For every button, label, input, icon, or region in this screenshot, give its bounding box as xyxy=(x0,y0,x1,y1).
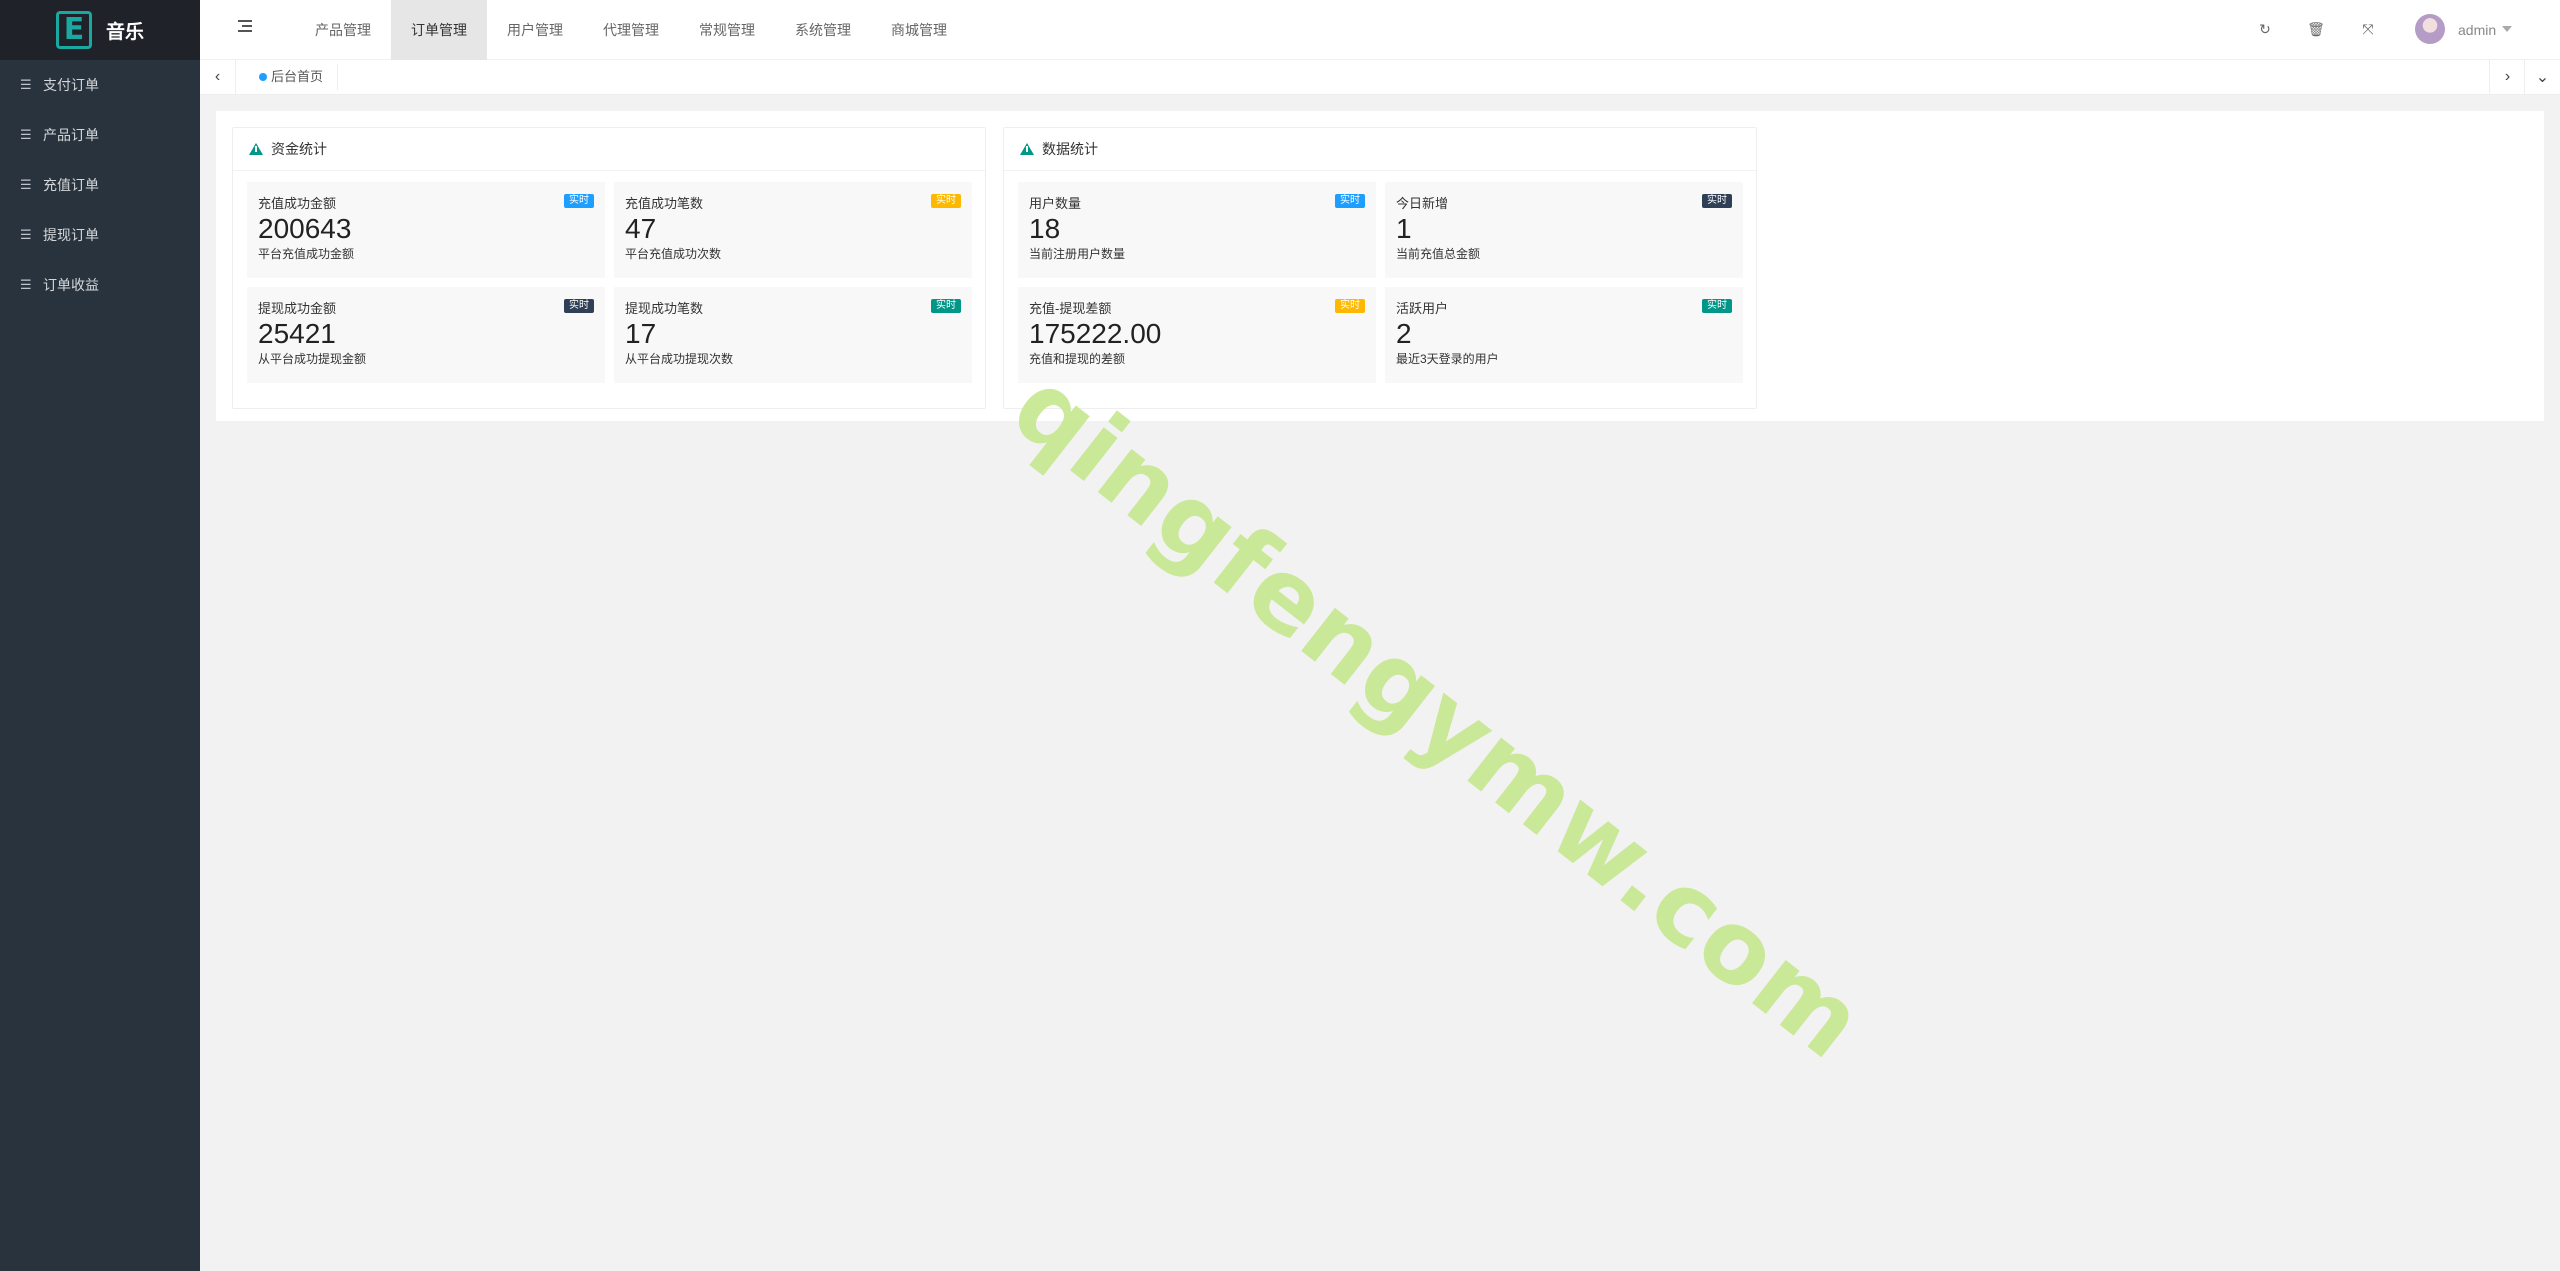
nav-general-management[interactable]: 常规管理 xyxy=(679,0,775,60)
tab-bar: ‹ 后台首页 › ⌄ xyxy=(200,60,2560,95)
sidebar-item-label: 支付订单 xyxy=(43,77,99,93)
nav-order-management[interactable]: 订单管理 xyxy=(391,0,487,60)
clear-cache-icon[interactable]: 🗑 xyxy=(2307,20,2325,38)
top-nav: 产品管理 订单管理 用户管理 代理管理 常规管理 系统管理 商城管理 xyxy=(295,0,967,60)
card-desc: 最近3天登录的用户 xyxy=(1396,352,1499,366)
status-badge: 实时 xyxy=(564,194,594,208)
sidebar-menu: ☰ 支付订单 ☰ 产品订单 ☰ 充值订单 ☰ 提现订单 ☰ 订单收益 xyxy=(0,60,200,310)
sidebar-item-order-earnings[interactable]: ☰ 订单收益 xyxy=(0,260,200,310)
user-menu[interactable]: admin xyxy=(2458,0,2496,60)
app-name: 音乐 xyxy=(105,21,144,43)
status-badge: 实时 xyxy=(931,299,961,313)
status-badge: 实时 xyxy=(1335,299,1365,313)
status-badge: 实时 xyxy=(1702,299,1732,313)
stat-card-new-today: 今日新增 1 当前充值总金额 实时 xyxy=(1385,182,1743,278)
panel-header: 资金统计 xyxy=(233,128,985,171)
chevron-down-icon[interactable]: ⌄ xyxy=(2524,60,2560,94)
sidebar-item-label: 产品订单 xyxy=(43,127,99,143)
chevron-left-icon[interactable]: ‹ xyxy=(200,60,236,94)
top-header: 产品管理 订单管理 用户管理 代理管理 常规管理 系统管理 商城管理 ↻ 🗑 ⤧… xyxy=(200,0,2560,60)
nav-mall-management[interactable]: 商城管理 xyxy=(871,0,967,60)
card-value: 2 xyxy=(1396,318,1412,349)
card-label: 今日新增 xyxy=(1396,196,1449,211)
chevron-down-icon[interactable] xyxy=(2502,26,2512,32)
avatar[interactable] xyxy=(2415,14,2445,44)
sidebar-item-product-orders[interactable]: ☰ 产品订单 xyxy=(0,110,200,160)
status-badge: 实时 xyxy=(564,299,594,313)
list-icon: ☰ xyxy=(20,277,32,292)
sidebar-item-withdraw-orders[interactable]: ☰ 提现订单 xyxy=(0,210,200,260)
stat-card-recharge-amount: 充值成功金额 200643 平台充值成功金额 实时 xyxy=(247,182,605,278)
warning-icon xyxy=(249,143,263,155)
card-value: 175222.00 xyxy=(1029,318,1162,349)
data-panel: 数据统计 用户数量 18 当前注册用户数量 实时 今日新增 1 当前充值总金额 … xyxy=(1003,127,1757,409)
card-label: 提现成功笔数 xyxy=(625,301,704,316)
card-label: 充值成功笔数 xyxy=(625,196,704,211)
main-content: 资金统计 充值成功金额 200643 平台充值成功金额 实时 充值成功笔数 47… xyxy=(216,111,2544,421)
tab-home[interactable]: 后台首页 xyxy=(245,64,339,90)
stat-card-balance-diff: 充值-提现差额 175222.00 充值和提现的差额 实时 xyxy=(1018,287,1376,383)
logo-mark: E xyxy=(55,11,92,49)
chevron-right-icon[interactable]: › xyxy=(2489,60,2525,94)
card-label: 用户数量 xyxy=(1029,196,1082,211)
card-desc: 平台充值成功次数 xyxy=(625,247,722,261)
sidebar-item-label: 订单收益 xyxy=(43,277,99,293)
stat-card-withdraw-count: 提现成功笔数 17 从平台成功提现次数 实时 xyxy=(614,287,972,383)
card-value: 1 xyxy=(1396,213,1412,244)
sidebar-item-label: 充值订单 xyxy=(43,177,99,193)
warning-icon xyxy=(1020,143,1034,155)
list-icon: ☰ xyxy=(20,177,32,192)
panel-title: 资金统计 xyxy=(271,141,327,157)
card-value: 25421 xyxy=(258,318,336,349)
funds-panel: 资金统计 充值成功金额 200643 平台充值成功金额 实时 充值成功笔数 47… xyxy=(232,127,986,409)
card-desc: 从平台成功提现金额 xyxy=(258,352,367,366)
card-desc: 从平台成功提现次数 xyxy=(625,352,734,366)
tab-home-label: 后台首页 xyxy=(271,69,324,84)
card-value: 18 xyxy=(1029,213,1061,244)
card-value: 47 xyxy=(625,213,657,244)
nav-product-management[interactable]: 产品管理 xyxy=(295,0,391,60)
stat-card-user-count: 用户数量 18 当前注册用户数量 实时 xyxy=(1018,182,1376,278)
panel-title: 数据统计 xyxy=(1042,141,1098,157)
card-label: 活跃用户 xyxy=(1396,301,1449,316)
card-value: 17 xyxy=(625,318,657,349)
sidebar-item-label: 提现订单 xyxy=(43,227,99,243)
menu-toggle-icon[interactable] xyxy=(238,20,252,34)
list-icon: ☰ xyxy=(20,77,32,92)
sidebar-item-recharge-orders[interactable]: ☰ 充值订单 xyxy=(0,160,200,210)
stat-card-active-users: 活跃用户 2 最近3天登录的用户 实时 xyxy=(1385,287,1743,383)
nav-user-management[interactable]: 用户管理 xyxy=(487,0,583,60)
list-icon: ☰ xyxy=(20,127,32,142)
card-desc: 当前注册用户数量 xyxy=(1029,247,1126,261)
stat-card-recharge-count: 充值成功笔数 47 平台充值成功次数 实时 xyxy=(614,182,972,278)
fullscreen-icon[interactable]: ⤧ xyxy=(2359,20,2377,38)
watermark: qingfengymw.com xyxy=(991,347,1886,1082)
refresh-icon[interactable]: ↻ xyxy=(2256,20,2274,38)
active-dot-icon xyxy=(259,72,267,81)
sidebar-item-payment-orders[interactable]: ☰ 支付订单 xyxy=(0,60,200,110)
nav-agent-management[interactable]: 代理管理 xyxy=(583,0,679,60)
nav-system-management[interactable]: 系统管理 xyxy=(775,0,871,60)
sidebar: E 音乐 ☰ 支付订单 ☰ 产品订单 ☰ 充值订单 ☰ 提现订单 ☰ 订单收益 xyxy=(0,0,200,1271)
status-badge: 实时 xyxy=(931,194,961,208)
list-icon: ☰ xyxy=(20,227,32,242)
card-value: 200643 xyxy=(258,213,352,244)
stat-card-withdraw-amount: 提现成功金额 25421 从平台成功提现金额 实时 xyxy=(247,287,605,383)
card-desc: 当前充值总金额 xyxy=(1396,247,1481,261)
panel-header: 数据统计 xyxy=(1004,128,1756,171)
status-badge: 实时 xyxy=(1335,194,1365,208)
card-label: 充值成功金额 xyxy=(258,196,337,211)
logo[interactable]: E 音乐 xyxy=(0,0,200,60)
card-desc: 平台充值成功金额 xyxy=(258,247,355,261)
card-label: 提现成功金额 xyxy=(258,301,337,316)
card-label: 充值-提现差额 xyxy=(1029,301,1112,316)
status-badge: 实时 xyxy=(1702,194,1732,208)
card-desc: 充值和提现的差额 xyxy=(1029,352,1126,366)
